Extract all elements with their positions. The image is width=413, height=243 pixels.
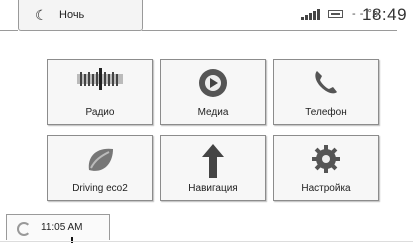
gear-icon bbox=[312, 145, 340, 173]
clock-time: 18:49 bbox=[362, 5, 408, 24]
indicator-mark bbox=[71, 237, 73, 243]
home-screen: ☾ Ночь - - °c 18:49 Радио Медиа Телефон … bbox=[0, 0, 413, 243]
phone-label: Телефон bbox=[305, 107, 347, 118]
phone-icon bbox=[315, 71, 337, 94]
arrow-up-icon bbox=[202, 144, 224, 178]
settings-tile[interactable]: Настройка bbox=[273, 135, 379, 201]
eco-leaf-icon bbox=[88, 148, 113, 171]
media-tile[interactable]: Медиа bbox=[160, 59, 266, 125]
navigation-tile[interactable]: Навигация bbox=[160, 135, 266, 201]
signal-icon bbox=[301, 8, 323, 20]
app-grid: Радио Медиа Телефон Driving eco2 Навигац… bbox=[47, 59, 379, 203]
driving-eco2-tile[interactable]: Driving eco2 bbox=[47, 135, 153, 201]
radio-tile[interactable]: Радио bbox=[47, 59, 153, 125]
top-bar: ☾ Ночь - - °c 18:49 bbox=[0, 0, 413, 40]
media-label: Медиа bbox=[197, 107, 229, 118]
divider bbox=[142, 30, 397, 31]
settings-label: Настройка bbox=[301, 183, 351, 194]
night-mode-label: Ночь bbox=[59, 9, 85, 21]
battery-icon bbox=[328, 10, 343, 18]
clock-widget[interactable]: 11:05 AM bbox=[6, 214, 110, 243]
night-mode-tab[interactable]: ☾ Ночь bbox=[18, 0, 143, 31]
loading-icon bbox=[17, 222, 31, 236]
play-icon bbox=[199, 69, 227, 97]
divider bbox=[0, 30, 18, 31]
bottom-bar: 11:05 AM bbox=[0, 214, 413, 243]
radio-icon bbox=[77, 68, 123, 90]
driving-eco2-label: Driving eco2 bbox=[72, 183, 128, 194]
clock-widget-label: 11:05 AM bbox=[41, 222, 83, 233]
moon-icon: ☾ bbox=[35, 7, 48, 23]
radio-label: Радио bbox=[85, 107, 115, 118]
phone-tile[interactable]: Телефон bbox=[273, 59, 379, 125]
navigation-label: Навигация bbox=[188, 183, 238, 194]
